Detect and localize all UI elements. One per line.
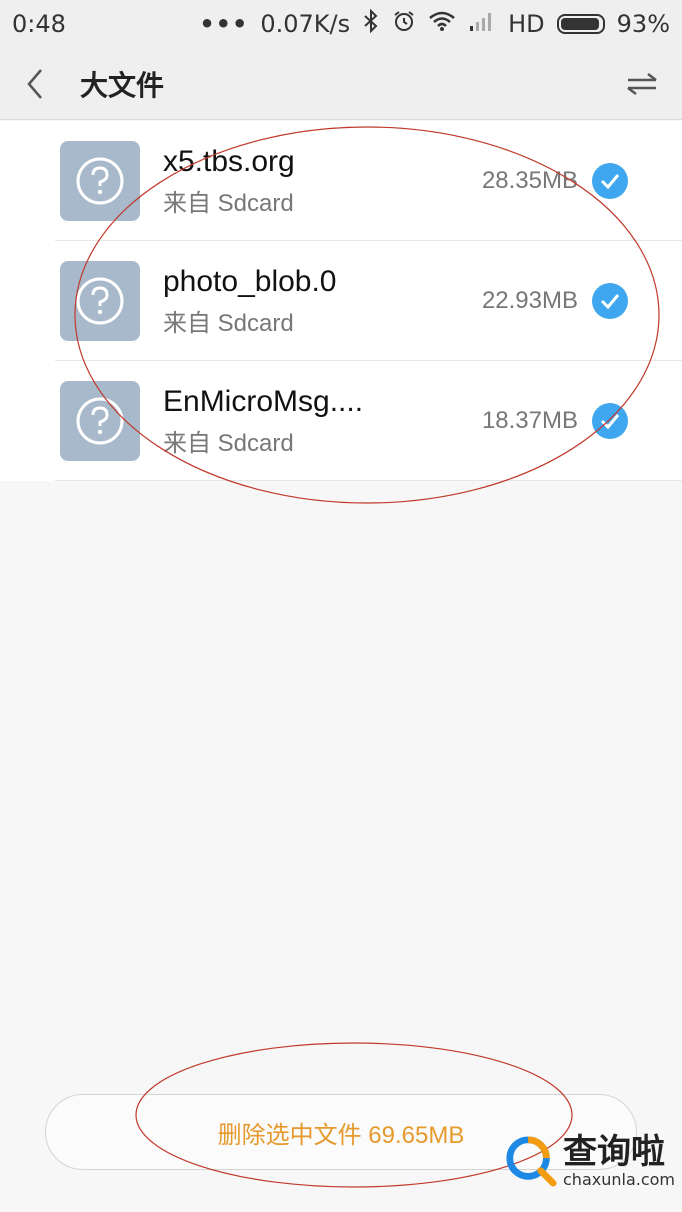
file-name: photo_blob.0 bbox=[163, 265, 337, 298]
network-speed: 0.07K/s bbox=[260, 10, 351, 38]
file-name: EnMicroMsg.... bbox=[163, 385, 364, 418]
network-type: HD bbox=[508, 10, 545, 38]
bluetooth-icon bbox=[362, 8, 380, 39]
file-text: x5.tbs.org 来自 Sdcard bbox=[163, 145, 295, 218]
unknown-file-icon bbox=[60, 141, 140, 221]
checkbox-checked[interactable] bbox=[592, 403, 628, 439]
checkbox-checked[interactable] bbox=[592, 283, 628, 319]
status-indicators: ••• 0.07K/s HD 93% bbox=[199, 8, 670, 39]
file-source: 来自 Sdcard bbox=[163, 430, 294, 457]
file-source: 来自 Sdcard bbox=[163, 310, 294, 337]
battery-percent: 93% bbox=[616, 10, 670, 38]
file-text: EnMicroMsg.... 来自 Sdcard bbox=[163, 385, 363, 458]
sort-button[interactable] bbox=[602, 48, 682, 120]
watermark-cn: 查询啦 bbox=[563, 1132, 665, 1172]
unknown-file-icon bbox=[60, 381, 140, 461]
wifi-icon bbox=[428, 10, 456, 38]
check-icon bbox=[600, 414, 620, 430]
watermark-logo: 查询啦 chaxunla.com bbox=[505, 1126, 675, 1196]
watermark-en: chaxunla.com bbox=[563, 1170, 675, 1189]
watermark-text: 查询啦 chaxunla.com bbox=[563, 1133, 675, 1189]
app-header: 大文件 bbox=[0, 48, 682, 120]
file-text: photo_blob.0 来自 Sdcard bbox=[163, 265, 337, 338]
battery-icon bbox=[556, 14, 605, 34]
signal-icon bbox=[468, 10, 496, 38]
file-name: x5.tbs.org bbox=[163, 145, 295, 178]
back-button[interactable] bbox=[0, 48, 70, 120]
back-icon bbox=[27, 68, 42, 99]
check-icon bbox=[600, 174, 620, 190]
status-time: 0:48 bbox=[12, 10, 66, 38]
page-title: 大文件 bbox=[80, 68, 165, 102]
file-size: 22.93MB bbox=[481, 287, 578, 314]
file-source: 来自 Sdcard bbox=[163, 190, 294, 217]
file-list: x5.tbs.org 来自 Sdcard 28.35MB photo_blob.… bbox=[0, 121, 682, 481]
sort-icon bbox=[627, 72, 657, 95]
alarm-icon bbox=[392, 9, 416, 39]
list-item[interactable]: x5.tbs.org 来自 Sdcard 28.35MB bbox=[0, 121, 682, 241]
unknown-file-icon bbox=[60, 261, 140, 341]
magnifier-logo-icon bbox=[506, 1136, 557, 1187]
divider bbox=[55, 480, 682, 481]
checkbox-checked[interactable] bbox=[592, 163, 628, 199]
check-icon bbox=[600, 294, 620, 310]
delete-button-label: 删除选中文件 69.65MB bbox=[217, 1121, 465, 1149]
file-size: 28.35MB bbox=[481, 167, 578, 194]
file-size: 18.37MB bbox=[481, 407, 578, 434]
more-dots: ••• bbox=[199, 10, 249, 38]
status-bar: 0:48 ••• 0.07K/s HD 93% bbox=[0, 0, 682, 48]
list-item[interactable]: photo_blob.0 来自 Sdcard 22.93MB bbox=[0, 241, 682, 361]
list-item[interactable]: EnMicroMsg.... 来自 Sdcard 18.37MB bbox=[0, 361, 682, 481]
